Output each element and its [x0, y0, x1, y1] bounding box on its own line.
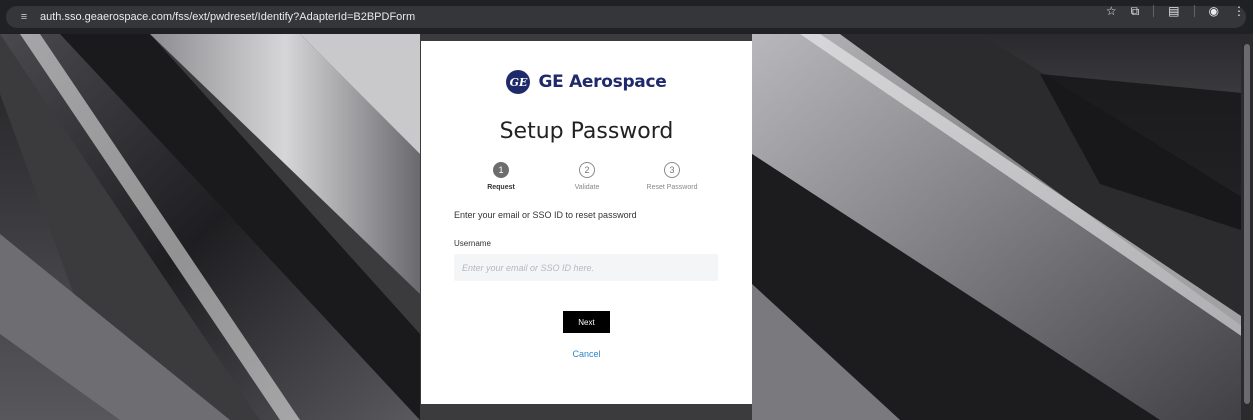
next-button[interactable]: Next — [563, 311, 610, 333]
site-settings-icon[interactable]: ≡ — [16, 9, 32, 25]
step-label: Validate — [574, 184, 600, 191]
url-text[interactable]: auth.sso.geaerospace.com/fss/ext/pwdrese… — [40, 11, 415, 23]
brand-name: GE Aerospace — [538, 72, 667, 92]
reading-list-icon[interactable]: ▤ — [1168, 4, 1179, 18]
username-label: Username — [454, 239, 491, 248]
instruction-text: Enter your email or SSO ID to reset pass… — [454, 210, 637, 220]
step-number: 3 — [664, 162, 680, 178]
step-number: 1 — [493, 162, 509, 178]
toolbar-divider — [1193, 5, 1195, 17]
bookmark-star-icon[interactable]: ☆ — [1106, 4, 1117, 18]
step-request: 1 Request — [461, 162, 541, 191]
browser-toolbar: ≡ auth.sso.geaerospace.com/fss/ext/pwdre… — [0, 0, 1253, 34]
step-validate: 2 Validate — [547, 162, 627, 191]
scrollbar-thumb[interactable] — [1244, 44, 1250, 404]
address-bar[interactable]: ≡ auth.sso.geaerospace.com/fss/ext/pwdre… — [6, 6, 1246, 28]
toolbar-icons: ☆ ⧉ ▤ ◉ ⋮ — [1106, 4, 1245, 19]
step-label: Request — [487, 184, 515, 191]
step-label: Reset Password — [646, 184, 698, 191]
cancel-link[interactable]: Cancel — [421, 349, 752, 359]
progress-steps: 1 Request 2 Validate 3 Reset Password — [461, 162, 712, 202]
password-reset-card: GE GE Aerospace Setup Password 1 Request… — [421, 41, 752, 404]
ge-logo-icon: GE — [506, 70, 531, 94]
brand-header: GE GE Aerospace — [421, 70, 752, 94]
profile-icon[interactable]: ◉ — [1209, 4, 1219, 18]
extensions-icon[interactable]: ⧉ — [1131, 4, 1140, 19]
toolbar-divider — [1153, 5, 1155, 17]
menu-icon[interactable]: ⋮ — [1233, 4, 1245, 18]
step-reset-password: 3 Reset Password — [632, 162, 712, 191]
username-input[interactable] — [454, 254, 718, 281]
step-number: 2 — [579, 162, 595, 178]
page-title: Setup Password — [499, 119, 674, 144]
